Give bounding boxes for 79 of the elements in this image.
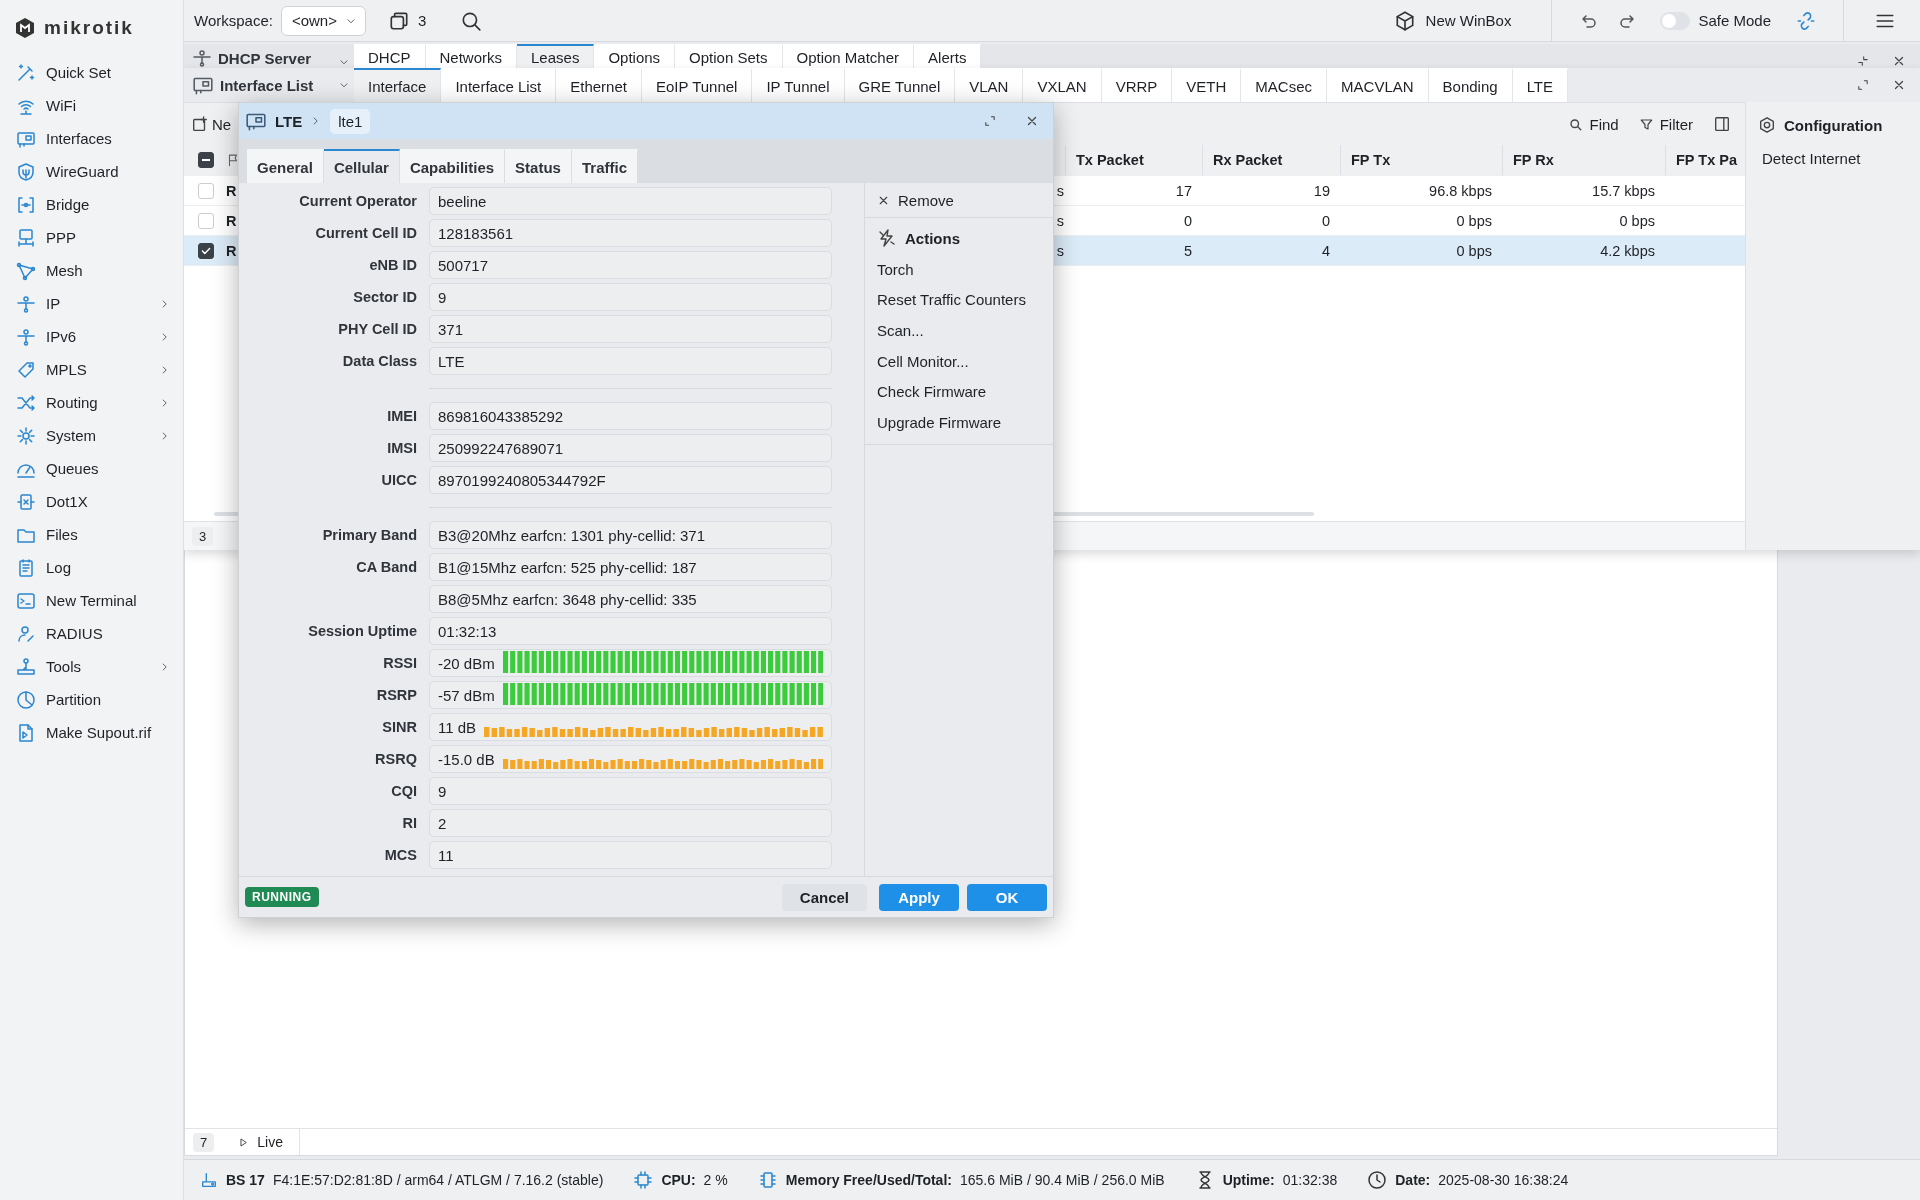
uptime-value: 01:32:38 bbox=[1282, 1172, 1338, 1188]
value-field: 8970199240805344792F bbox=[429, 466, 832, 494]
table-cell: s bbox=[1056, 242, 1064, 259]
window-title: Interface List bbox=[220, 76, 314, 94]
table-cell: 0 bbox=[1321, 212, 1330, 229]
signal-field: 11 dB bbox=[429, 713, 832, 741]
field-label: RI bbox=[402, 815, 417, 831]
row-count: 7 bbox=[193, 1132, 215, 1152]
value-field: 500717 bbox=[429, 251, 832, 279]
table-cell: R bbox=[226, 242, 237, 259]
signal-field: -57 dBm bbox=[429, 681, 832, 709]
section-title: Actions bbox=[905, 229, 960, 247]
field-label: RSRP bbox=[376, 687, 417, 703]
field-label: Sector ID bbox=[353, 289, 417, 305]
value-field: 2 bbox=[429, 809, 832, 837]
value-field: 869816043385292 bbox=[429, 402, 832, 430]
value-field: 11 bbox=[429, 841, 832, 869]
value-field: LTE bbox=[429, 347, 832, 375]
table-cell: R bbox=[226, 182, 237, 199]
status-badge: RUNNING bbox=[245, 887, 319, 907]
table-cell: s bbox=[1056, 212, 1064, 229]
table-cell: 15.7 kbps bbox=[1592, 182, 1655, 199]
value-field: 128183561 bbox=[429, 219, 832, 247]
table-cell: s bbox=[1056, 182, 1064, 199]
workspace-label: Workspace: bbox=[194, 12, 273, 29]
field-label: PHY Cell ID bbox=[338, 321, 417, 337]
brand-name: mikrotik bbox=[44, 17, 134, 39]
device-info: F4:1E:57:D2:81:8D / arm64 / ATLGM / 7.16.2 (stable) bbox=[272, 1172, 604, 1188]
value-field: 9 bbox=[429, 283, 832, 311]
table-cell: 0 bps bbox=[1456, 242, 1492, 259]
table-cell: 0 bps bbox=[1619, 212, 1655, 229]
field-label: eNB ID bbox=[369, 257, 417, 273]
value-field: 371 bbox=[429, 315, 832, 343]
field-label: RSSI bbox=[383, 655, 417, 671]
cpu-label: CPU: bbox=[661, 1172, 696, 1188]
table-cell: 96.8 kbps bbox=[1429, 182, 1492, 199]
table-cell: 4.2 kbps bbox=[1600, 242, 1655, 259]
window-count: 3 bbox=[417, 12, 427, 29]
field-label: Current Cell ID bbox=[315, 225, 417, 241]
value-field: 01:32:13 bbox=[429, 617, 832, 645]
cpu-value: 2 % bbox=[703, 1172, 728, 1188]
value-field: B8@5Mhz earfcn: 3648 phy-cellid: 335 bbox=[429, 585, 832, 613]
field-label: Current Operator bbox=[299, 193, 417, 209]
date-label: Date: bbox=[1395, 1172, 1431, 1188]
table-cell: R bbox=[226, 212, 237, 229]
row-count: 3 bbox=[192, 526, 214, 546]
value-field: beeline bbox=[429, 187, 832, 215]
field-label: RSRQ bbox=[375, 751, 417, 767]
memory-label: Memory Free/Used/Total: bbox=[785, 1172, 952, 1188]
safe-mode-label: Safe Mode bbox=[1698, 12, 1771, 29]
value-field: 250992247689071 bbox=[429, 434, 832, 462]
field-label: SINR bbox=[382, 719, 417, 735]
table-cell: 0 bps bbox=[1456, 212, 1492, 229]
value-field: B1@15Mhz earfcn: 525 phy-cellid: 187 bbox=[429, 553, 832, 581]
signal-field: -15.0 dB bbox=[429, 745, 832, 773]
value-field: B3@20Mhz earfcn: 1301 phy-cellid: 371 bbox=[429, 521, 832, 549]
date-value: 2025-08-30 16:38:24 bbox=[1438, 1172, 1569, 1188]
table-cell: 17 bbox=[1175, 182, 1192, 199]
table-cell: 19 bbox=[1313, 182, 1330, 199]
value-field: 9 bbox=[429, 777, 832, 805]
table-cell: 4 bbox=[1321, 242, 1330, 259]
field-label: CA Band bbox=[356, 559, 417, 575]
field-label: IMSI bbox=[387, 440, 417, 456]
field-label: Session Uptime bbox=[308, 623, 417, 639]
field-label: UICC bbox=[381, 472, 417, 488]
breadcrumb-name: lte1 bbox=[330, 108, 371, 134]
field-label: Primary Band bbox=[322, 527, 417, 543]
memory-value: 165.6 MiB / 90.4 MiB / 256.0 MiB bbox=[959, 1172, 1165, 1188]
uptime-label: Uptime: bbox=[1222, 1172, 1275, 1188]
board-name: BS 17 bbox=[226, 1172, 265, 1188]
field-label: CQI bbox=[391, 783, 417, 799]
table-cell: 0 bbox=[1183, 212, 1192, 229]
field-label: MCS bbox=[384, 847, 417, 863]
field-label: IMEI bbox=[387, 408, 417, 424]
field-label: Data Class bbox=[342, 353, 417, 369]
signal-field: -20 dBm bbox=[429, 649, 832, 677]
table-cell: 5 bbox=[1183, 242, 1192, 259]
panel-title: Configuration bbox=[1784, 116, 1883, 134]
window-title: DHCP Server bbox=[218, 49, 312, 67]
